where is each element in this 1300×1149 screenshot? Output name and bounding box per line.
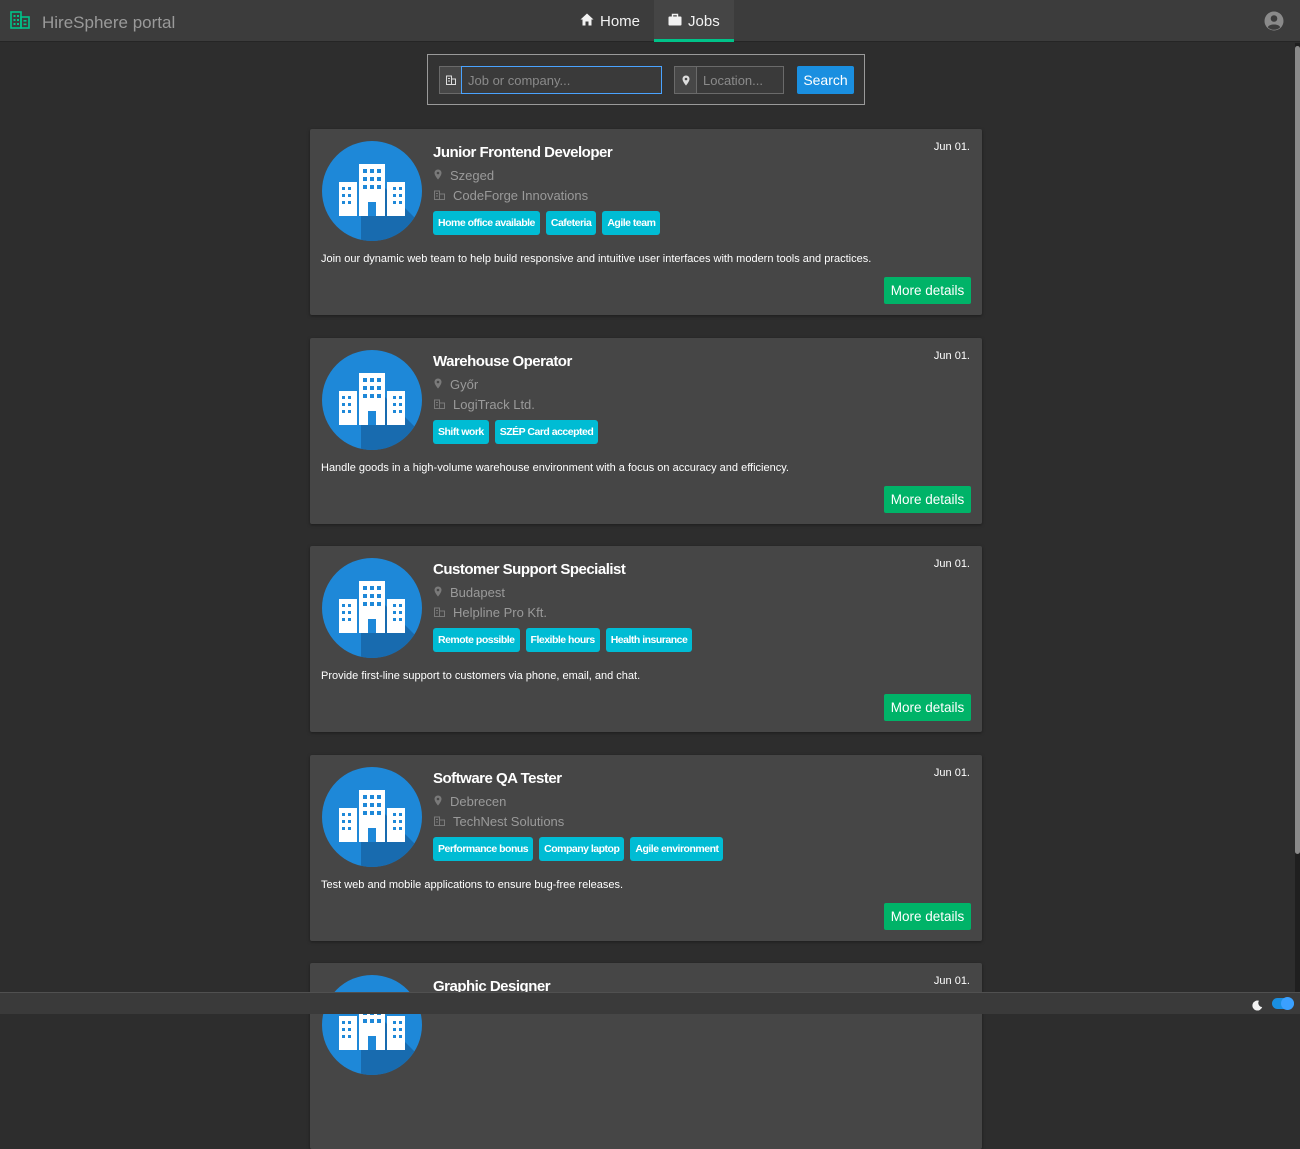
brand-title: HireSphere portal [42, 12, 176, 32]
location-text: Szeged [450, 168, 495, 183]
job-company: LogiTrack Ltd. [434, 397, 535, 412]
main-nav: Home Jobs [566, 0, 734, 42]
benefit-tag[interactable]: Home office available [433, 211, 540, 235]
benefit-tag[interactable]: Cafeteria [545, 211, 597, 235]
building-icon [439, 66, 461, 94]
job-title[interactable]: Warehouse Operator [433, 353, 572, 370]
post-date: Jun 01. [933, 767, 970, 779]
location-text: Budapest [450, 585, 505, 600]
location-field [674, 66, 784, 94]
company-logo [321, 766, 423, 873]
benefit-tag[interactable]: SZÉP Card accepted [494, 420, 599, 444]
job-card: Warehouse Operator Jun 01. Győr LogiTrack L… [310, 338, 982, 524]
briefcase-icon [668, 13, 688, 30]
location-text: Debrecen [450, 794, 507, 809]
benefit-tag[interactable]: Performance bonus [433, 837, 534, 861]
more-details-button[interactable]: More details [884, 903, 971, 930]
search-button[interactable]: Search [797, 66, 854, 94]
job-search-form: Search [427, 54, 865, 105]
job-search-input[interactable] [461, 66, 662, 94]
home-icon [580, 13, 600, 30]
company-logo [321, 974, 423, 1081]
dark-mode-toggle[interactable] [1272, 997, 1294, 1010]
job-company: CodeForge Innovations [434, 188, 588, 203]
building-icon [434, 814, 453, 829]
scrollbar-thumb[interactable] [1295, 46, 1300, 854]
more-details-button[interactable]: More details [884, 694, 971, 721]
building-logo-icon [10, 10, 30, 35]
benefit-tag[interactable]: Shift work [433, 420, 489, 444]
job-location: Debrecen [434, 794, 506, 809]
user-account-icon[interactable] [1264, 11, 1284, 36]
map-pin-icon [434, 168, 450, 183]
job-description: Handle goods in a high-volume warehouse … [321, 462, 789, 474]
post-date: Jun 01. [933, 350, 970, 362]
benefit-tag[interactable]: Company laptop [539, 837, 625, 861]
top-navbar: HireSphere portal Home Jobs [0, 0, 1300, 42]
toggle-knob [1281, 997, 1294, 1010]
company-text: Helpline Pro Kft. [453, 605, 547, 620]
tab-home[interactable]: Home [566, 0, 654, 42]
post-date: Jun 01. [933, 141, 970, 153]
job-title[interactable]: Junior Frontend Developer [433, 144, 613, 161]
map-pin-icon [434, 377, 450, 392]
benefit-tag[interactable]: Health insurance [605, 628, 693, 652]
job-card: Software QA Tester Jun 01. Debrecen TechNes… [310, 755, 982, 941]
job-description: Provide first-line support to customers … [321, 670, 641, 682]
location-text: Győr [450, 377, 479, 392]
company-text: TechNest Solutions [453, 814, 565, 829]
more-details-button[interactable]: More details [884, 486, 971, 513]
job-location: Szeged [434, 168, 494, 183]
brand[interactable]: HireSphere portal [10, 10, 175, 35]
post-date: Jun 01. [933, 558, 970, 570]
benefit-tags: Shift work SZÉP Card accepted [433, 420, 604, 444]
job-description: Test web and mobile applications to ensu… [321, 879, 624, 891]
company-logo [321, 557, 423, 664]
building-icon [434, 605, 453, 620]
benefit-tag[interactable]: Agile team [602, 211, 661, 235]
company-logo [321, 349, 423, 456]
job-location: Győr [434, 377, 478, 392]
more-details-button[interactable]: More details [884, 277, 971, 304]
benefit-tag[interactable]: Remote possible [433, 628, 520, 652]
job-card: Junior Frontend Developer Jun 01. Szeged Co… [310, 129, 982, 315]
footer-bar [0, 992, 1300, 1014]
benefit-tags: Remote possible Flexible hours Health insu… [433, 628, 698, 652]
map-pin-icon [674, 66, 696, 94]
benefit-tags: Home office available Cafeteria Agile team [433, 211, 666, 235]
tab-jobs[interactable]: Jobs [654, 0, 734, 42]
building-icon [434, 397, 453, 412]
company-text: CodeForge Innovations [453, 188, 589, 203]
post-date: Jun 01. [933, 975, 970, 987]
tab-jobs-label: Jobs [688, 12, 720, 30]
map-pin-icon [434, 794, 450, 809]
job-title[interactable]: Software QA Tester [433, 770, 562, 787]
job-company: TechNest Solutions [434, 814, 564, 829]
job-card: Graphic Designer Jun 01. [310, 963, 982, 1149]
location-input[interactable] [696, 66, 784, 94]
building-icon [434, 188, 453, 203]
moon-icon [1252, 998, 1263, 1016]
benefit-tags: Performance bonus Company laptop Agile env… [433, 837, 729, 861]
job-card: Customer Support Specialist Jun 01. Budape… [310, 546, 982, 732]
job-description: Join our dynamic web team to help build … [321, 253, 872, 265]
job-company: Helpline Pro Kft. [434, 605, 547, 620]
map-pin-icon [434, 585, 450, 600]
job-search-field [439, 66, 662, 94]
job-title[interactable]: Customer Support Specialist [433, 561, 626, 578]
company-logo [321, 140, 423, 247]
benefit-tag[interactable]: Flexible hours [525, 628, 600, 652]
company-text: LogiTrack Ltd. [453, 397, 535, 412]
benefit-tag[interactable]: Agile environment [630, 837, 724, 861]
job-location: Budapest [434, 585, 505, 600]
tab-home-label: Home [600, 12, 641, 30]
